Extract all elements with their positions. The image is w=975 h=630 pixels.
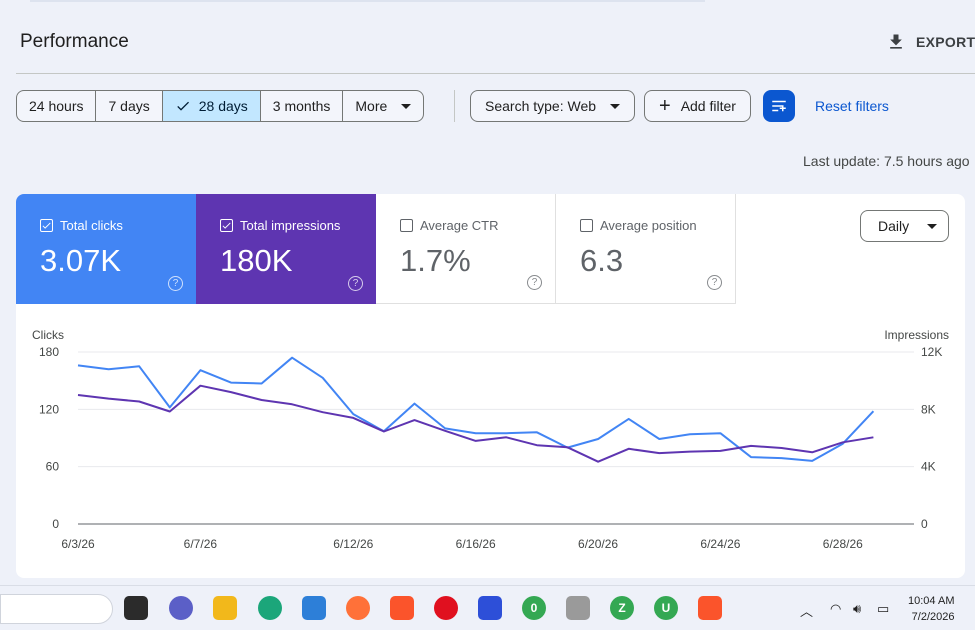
file-explorer-icon[interactable] — [213, 596, 237, 620]
x-tick-label: 6/24/26 — [700, 537, 740, 551]
snipping-tool-icon[interactable] — [566, 596, 590, 620]
profile-badge: U — [661, 601, 671, 615]
checkbox-checked-icon[interactable] — [220, 219, 233, 232]
metric-value: 6.3 — [580, 243, 624, 278]
x-tick-label: 6/20/26 — [578, 537, 618, 551]
checkbox-checked-icon[interactable] — [40, 219, 53, 232]
y-tick-left: 0 — [52, 517, 59, 531]
metric-average-position[interactable]: Average position 6.3 ? — [556, 194, 736, 304]
chrome-icon[interactable]: Z — [610, 596, 634, 620]
dropdown-caret-icon — [401, 103, 412, 109]
export-button[interactable]: EXPORT — [886, 32, 975, 52]
wifi-icon[interactable]: ◠ — [830, 601, 841, 617]
search-type-dropdown[interactable]: Search type: Web — [470, 90, 636, 122]
x-tick-label: 6/28/26 — [823, 537, 863, 551]
dropdown-caret-icon — [610, 103, 621, 109]
taskbar-clock[interactable]: 10:04 AM 7/2/2026 — [908, 593, 954, 625]
edge-icon[interactable] — [258, 596, 282, 620]
download-icon — [890, 34, 902, 49]
y-tick-left: 180 — [39, 345, 59, 359]
taskbar: 0 Z U ︿ ◠ 🔊︎ ▭ 10:04 AM 7/2/2026 — [0, 585, 975, 630]
performance-card: Total clicks 3.07K ? Total impressions 1… — [16, 194, 965, 578]
range-7-days[interactable]: 7 days — [96, 91, 163, 121]
y-axis-left-label: Clicks — [32, 328, 64, 342]
tune-icon — [772, 100, 786, 112]
store-icon[interactable] — [302, 596, 326, 620]
meet-icon[interactable] — [169, 596, 193, 620]
y-axis-right-label: Impressions — [884, 328, 949, 342]
y-tick-left: 120 — [39, 402, 59, 416]
range-label: 3 months — [272, 98, 331, 114]
x-tick-label: 6/16/26 — [456, 537, 496, 551]
metric-value: 180K — [220, 243, 293, 278]
plus-icon: + — [659, 95, 671, 117]
brave-icon[interactable] — [390, 596, 414, 620]
top-divider — [30, 0, 705, 2]
filter-divider — [454, 90, 455, 122]
chrome-icon[interactable]: U — [654, 596, 678, 620]
add-filter-label: Add filter — [680, 98, 736, 114]
help-icon[interactable]: ? — [168, 276, 183, 291]
metric-total-impressions[interactable]: Total impressions 180K ? — [196, 194, 376, 304]
chrome-icon[interactable]: 0 — [522, 596, 546, 620]
add-filter-button[interactable]: + Add filter — [644, 90, 751, 122]
profile-badge: Z — [618, 601, 626, 615]
filter-settings-button[interactable] — [763, 90, 795, 122]
help-icon[interactable]: ? — [527, 275, 542, 290]
metric-label: Total impressions — [240, 218, 341, 233]
metric-value: 3.07K — [40, 243, 122, 278]
profile-badge: 0 — [530, 601, 538, 615]
metric-label: Average position — [600, 218, 697, 233]
taskbar-search-box[interactable] — [0, 594, 113, 624]
battery-icon[interactable]: ▭ — [877, 601, 889, 617]
metric-total-clicks[interactable]: Total clicks 3.07K ? — [16, 194, 196, 304]
y-tick-right: 4K — [921, 460, 936, 474]
brave-icon[interactable] — [698, 596, 722, 620]
checkbox-unchecked-icon[interactable] — [580, 219, 593, 232]
y-tick-right: 12K — [921, 345, 942, 359]
page-title: Performance — [20, 31, 129, 52]
date-range-selector: 24 hours 7 days 28 days 3 months More — [16, 90, 425, 122]
range-24-hours[interactable]: 24 hours — [17, 91, 97, 121]
range-label: 28 days — [198, 98, 248, 114]
opera-icon[interactable] — [434, 596, 458, 620]
dropdown-caret-icon — [927, 223, 938, 229]
range-3-months[interactable]: 3 months — [261, 91, 344, 121]
header-divider — [16, 73, 975, 74]
y-tick-right: 8K — [921, 402, 936, 416]
volume-icon[interactable]: 🔊︎ — [853, 601, 861, 617]
clock-date: 7/2/2026 — [911, 611, 955, 623]
reset-filters-link[interactable]: Reset filters — [815, 98, 889, 114]
help-icon[interactable]: ? — [707, 275, 722, 290]
chevron-up-icon[interactable]: ︿ — [800, 601, 813, 620]
last-update-text: Last update: 7.5 hours ago — [803, 153, 970, 169]
x-tick-label: 6/7/26 — [184, 537, 218, 551]
y-tick-left: 60 — [46, 460, 60, 474]
metric-value: 1.7% — [400, 243, 471, 278]
y-tick-right: 0 — [921, 517, 928, 531]
granularity-dropdown[interactable]: Daily — [860, 210, 949, 242]
range-label: 7 days — [108, 98, 150, 114]
export-label: EXPORT — [916, 34, 975, 50]
x-tick-label: 6/12/26 — [333, 537, 373, 551]
range-label: 24 hours — [29, 98, 84, 114]
checkbox-unchecked-icon[interactable] — [400, 219, 413, 232]
task-view-icon[interactable] — [124, 596, 148, 620]
range-28-days[interactable]: 28 days — [162, 91, 261, 121]
performance-chart: Clicks Impressions 0 0 60 4K 120 8K 180 12K 6/3/26… — [32, 328, 949, 551]
firefox-icon[interactable] — [346, 596, 370, 620]
series-line-total-impressions — [77, 384, 874, 463]
metric-label: Average CTR — [420, 218, 499, 233]
x-tick-label: 6/3/26 — [61, 537, 95, 551]
range-more-dropdown[interactable]: More — [343, 91, 423, 121]
metric-label: Total clicks — [60, 218, 123, 233]
help-icon[interactable]: ? — [348, 276, 363, 291]
metric-average-ctr[interactable]: Average CTR 1.7% ? — [376, 194, 556, 304]
granularity-label: Daily — [878, 218, 910, 234]
check-icon — [177, 101, 189, 111]
search-type-label: Search type: Web — [485, 98, 597, 114]
bitwarden-icon[interactable] — [478, 596, 502, 620]
range-label: More — [355, 98, 388, 114]
clock-time: 10:04 AM — [908, 595, 955, 607]
